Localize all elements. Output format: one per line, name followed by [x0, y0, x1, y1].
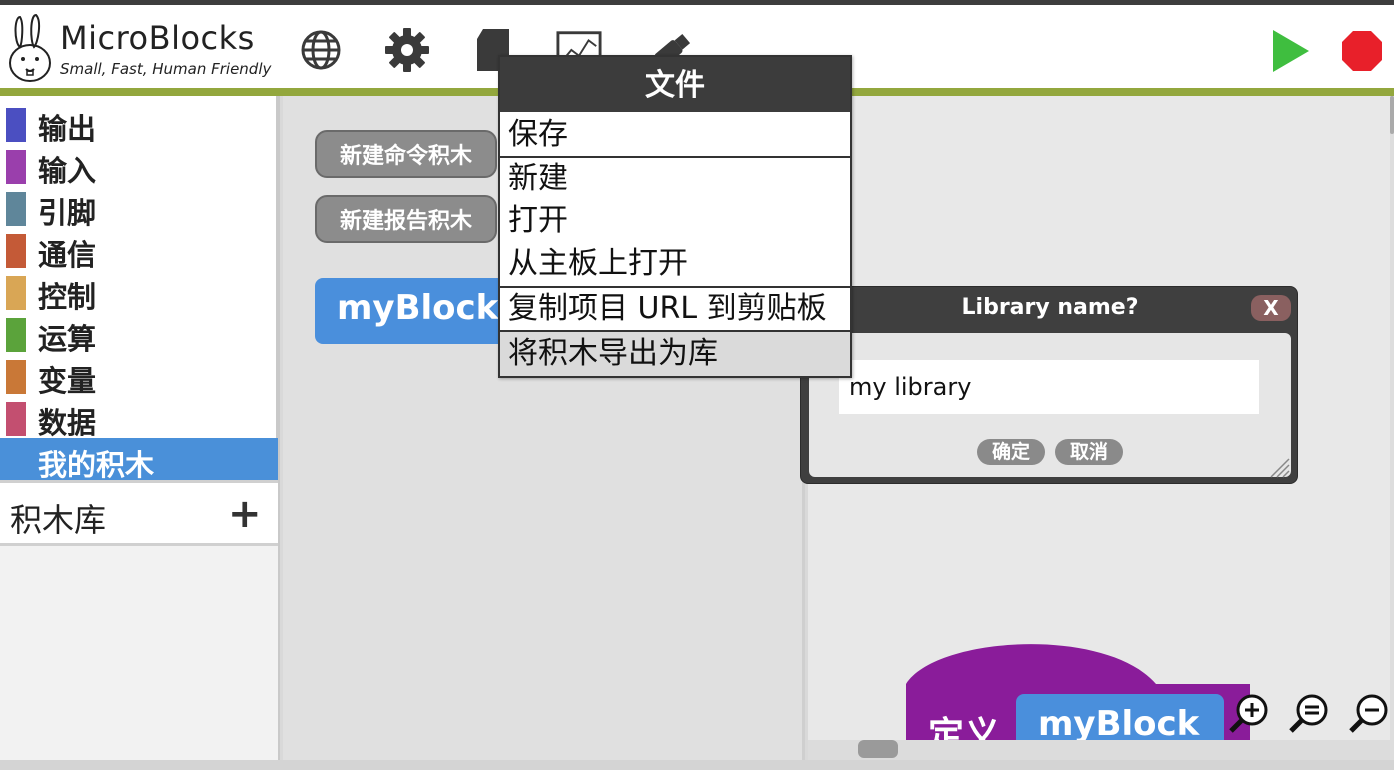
category-operators[interactable]: 运算: [0, 312, 278, 356]
bunny-logo-icon: [9, 13, 51, 82]
menu-item-save[interactable]: 保存: [500, 114, 850, 156]
category-label: 输出: [38, 112, 97, 146]
category-control[interactable]: 控制: [0, 270, 278, 314]
menu-item-copy-project-url[interactable]: 复制项目 URL 到剪贴板: [500, 288, 850, 330]
menu-item-new[interactable]: 新建: [500, 158, 850, 200]
block-label: myBlock: [337, 288, 499, 328]
library-name-input[interactable]: [839, 360, 1259, 414]
category-comm[interactable]: 通信: [0, 228, 278, 272]
vertical-scrollbar-thumb[interactable]: [1390, 96, 1394, 134]
category-label: 控制: [38, 280, 97, 314]
category-label: 通信: [38, 238, 97, 272]
category-label: 数据: [38, 406, 97, 440]
category-output[interactable]: 输出: [0, 102, 278, 146]
category-label: 我的积木: [38, 448, 155, 482]
libraries-label: 积木库: [10, 501, 107, 539]
category-swatch: [6, 444, 26, 478]
category-swatch: [6, 402, 26, 436]
library-list: [0, 546, 278, 760]
library-name-dialog: Library name? X 确定 取消: [800, 286, 1298, 484]
new-command-block-button[interactable]: 新建命令积木: [315, 130, 497, 178]
zoom-out-icon[interactable]: [1348, 692, 1390, 734]
category-swatch: [6, 234, 26, 268]
file-menu-title: 文件: [500, 57, 850, 112]
ok-button[interactable]: 确定: [977, 439, 1045, 465]
menu-item-export-library[interactable]: 将积木导出为库: [500, 332, 850, 376]
new-reporter-block-button[interactable]: 新建报告积木: [315, 195, 497, 243]
resize-grip-icon[interactable]: [1269, 457, 1291, 479]
category-swatch: [6, 150, 26, 184]
dialog-body: 确定 取消: [809, 333, 1291, 479]
category-data[interactable]: 数据: [0, 396, 278, 440]
dialog-title: Library name?: [961, 295, 1139, 320]
gear-icon[interactable]: [384, 27, 430, 73]
cancel-button[interactable]: 取消: [1055, 439, 1123, 465]
category-swatch: [6, 276, 26, 310]
app-title: MicroBlocks: [60, 19, 255, 57]
category-swatch: [6, 360, 26, 394]
bottom-strip: [0, 760, 1394, 770]
category-label: 输入: [38, 154, 97, 188]
category-input[interactable]: 输入: [0, 144, 278, 188]
libraries-header: 积木库 +: [0, 480, 278, 546]
file-menu: 文件 保存 新建 打开 从主板上打开 复制项目 URL 到剪贴板 将积木导出为库: [498, 55, 852, 378]
stop-icon[interactable]: [1338, 27, 1386, 75]
category-swatch: [6, 192, 26, 226]
category-palette: 输出 输入 引脚 通信 控制 运算 变量 数据 我的积木 积木库 +: [0, 96, 280, 760]
menu-item-open-from-board[interactable]: 从主板上打开: [500, 242, 850, 286]
category-label: 变量: [38, 364, 97, 398]
category-label: 引脚: [38, 196, 97, 230]
category-variables[interactable]: 变量: [0, 354, 278, 398]
category-swatch: [6, 108, 26, 142]
category-my-blocks[interactable]: 我的积木: [0, 438, 278, 482]
dialog-close-button[interactable]: X: [1251, 295, 1291, 321]
zoom-in-icon[interactable]: [1228, 692, 1270, 734]
category-pins[interactable]: 引脚: [0, 186, 278, 230]
zoom-reset-icon[interactable]: [1288, 692, 1330, 734]
play-icon[interactable]: [1266, 27, 1314, 75]
add-library-button[interactable]: +: [228, 491, 262, 537]
category-swatch: [6, 318, 26, 352]
menu-item-open[interactable]: 打开: [500, 200, 850, 242]
vertical-scrollbar[interactable]: [1390, 96, 1394, 760]
horizontal-scrollbar-thumb[interactable]: [858, 740, 898, 758]
globe-icon[interactable]: [298, 27, 344, 73]
category-label: 运算: [38, 322, 97, 356]
app-subtitle: Small, Fast, Human Friendly: [60, 60, 272, 78]
